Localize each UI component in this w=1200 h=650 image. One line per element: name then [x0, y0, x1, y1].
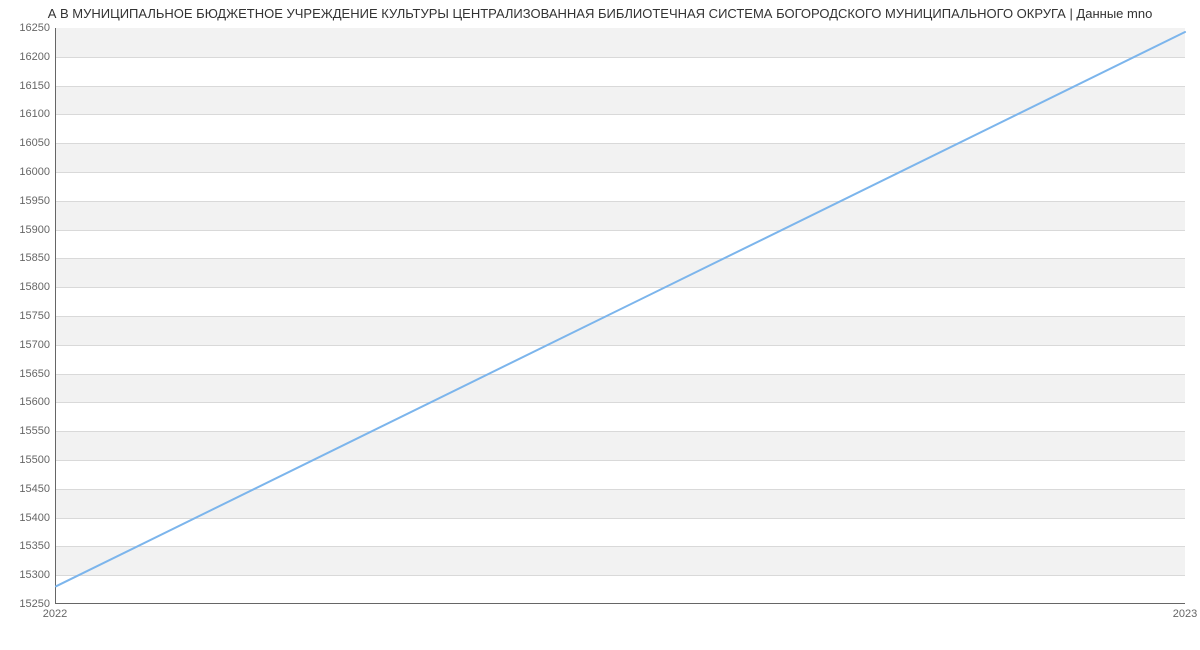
- x-tick-label: 2023: [1173, 608, 1197, 620]
- y-tick-label: 15400: [5, 512, 50, 524]
- y-tick-label: 15800: [5, 281, 50, 293]
- y-tick-label: 15900: [5, 224, 50, 236]
- y-tick-label: 16150: [5, 80, 50, 92]
- y-tick-label: 15300: [5, 569, 50, 581]
- y-tick-label: 16050: [5, 137, 50, 149]
- y-tick-label: 15700: [5, 339, 50, 351]
- y-tick-label: 16250: [5, 22, 50, 34]
- chart-title: А В МУНИЦИПАЛЬНОЕ БЮДЖЕТНОЕ УЧРЕЖДЕНИЕ К…: [0, 6, 1200, 21]
- y-tick-label: 16200: [5, 51, 50, 63]
- y-tick-label: 15850: [5, 252, 50, 264]
- line-series: [56, 28, 1185, 603]
- y-tick-label: 15350: [5, 540, 50, 552]
- y-tick-label: 16100: [5, 108, 50, 120]
- y-tick-label: 15550: [5, 425, 50, 437]
- plot-area: [55, 28, 1185, 604]
- y-tick-label: 15950: [5, 195, 50, 207]
- y-tick-label: 15500: [5, 454, 50, 466]
- x-tick-label: 2022: [43, 608, 67, 620]
- y-tick-label: 15450: [5, 483, 50, 495]
- y-tick-label: 15750: [5, 310, 50, 322]
- y-tick-label: 15600: [5, 396, 50, 408]
- y-tick-label: 16000: [5, 166, 50, 178]
- chart-container: А В МУНИЦИПАЛЬНОЕ БЮДЖЕТНОЕ УЧРЕЖДЕНИЕ К…: [0, 0, 1200, 650]
- y-tick-label: 15650: [5, 368, 50, 380]
